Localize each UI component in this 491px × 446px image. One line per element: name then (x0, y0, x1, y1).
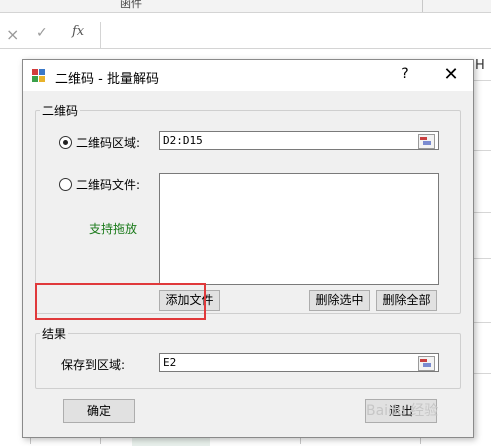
radio-indicator[interactable] (59, 178, 72, 191)
qr-group-legend: 二维码 (42, 104, 79, 118)
dialog-title: 二维码 - 批量解码 (55, 72, 159, 87)
radio-qr-file-label: 二维码文件: (76, 178, 141, 192)
save-range-value: E2 (163, 356, 177, 369)
ribbon-separator (422, 0, 423, 12)
delete-all-button[interactable]: 删除全部 (376, 290, 437, 311)
range-picker-icon[interactable] (418, 356, 435, 371)
help-button[interactable]: ? (397, 66, 413, 86)
qr-range-value: D2:D15 (163, 134, 203, 147)
enter-icon[interactable]: ✓ (36, 25, 48, 41)
column-header-h[interactable]: H (475, 58, 491, 78)
drag-drop-hint: 支持拖放 (89, 222, 138, 236)
save-to-range-label: 保存到区域: (61, 358, 126, 372)
insert-function-icon[interactable]: fx (72, 24, 84, 39)
highlight-box (35, 283, 206, 320)
app-icon (32, 69, 46, 83)
cancel-icon[interactable]: × (6, 25, 19, 44)
ok-button[interactable]: 确定 (63, 399, 135, 423)
batch-decode-dialog: 二维码 - 批量解码 ? ✕ 二维码 二维码区域: D2:D15 二维码文件: … (22, 59, 474, 438)
qr-file-list[interactable] (159, 173, 439, 285)
save-range-input[interactable]: E2 (159, 353, 439, 372)
radio-qr-range-label: 二维码区域: (76, 136, 141, 150)
result-group-legend: 结果 (42, 327, 67, 341)
range-picker-icon[interactable] (418, 134, 435, 149)
watermark-logo: Baidu 经验 (366, 403, 439, 419)
formula-bar-divider (100, 22, 101, 48)
radio-qr-range[interactable]: 二维码区域: (59, 134, 140, 151)
ribbon-fragment-text: 函件 (120, 0, 142, 10)
radio-indicator-checked[interactable] (59, 136, 72, 149)
radio-qr-file[interactable]: 二维码文件: (59, 176, 140, 193)
ribbon-bottom-strip: 函件 (0, 0, 491, 13)
dialog-titlebar[interactable]: 二维码 - 批量解码 ? ✕ (23, 60, 473, 91)
close-button[interactable]: ✕ (439, 63, 463, 87)
delete-selected-button[interactable]: 删除选中 (309, 290, 370, 311)
qr-range-input[interactable]: D2:D15 (159, 131, 439, 150)
